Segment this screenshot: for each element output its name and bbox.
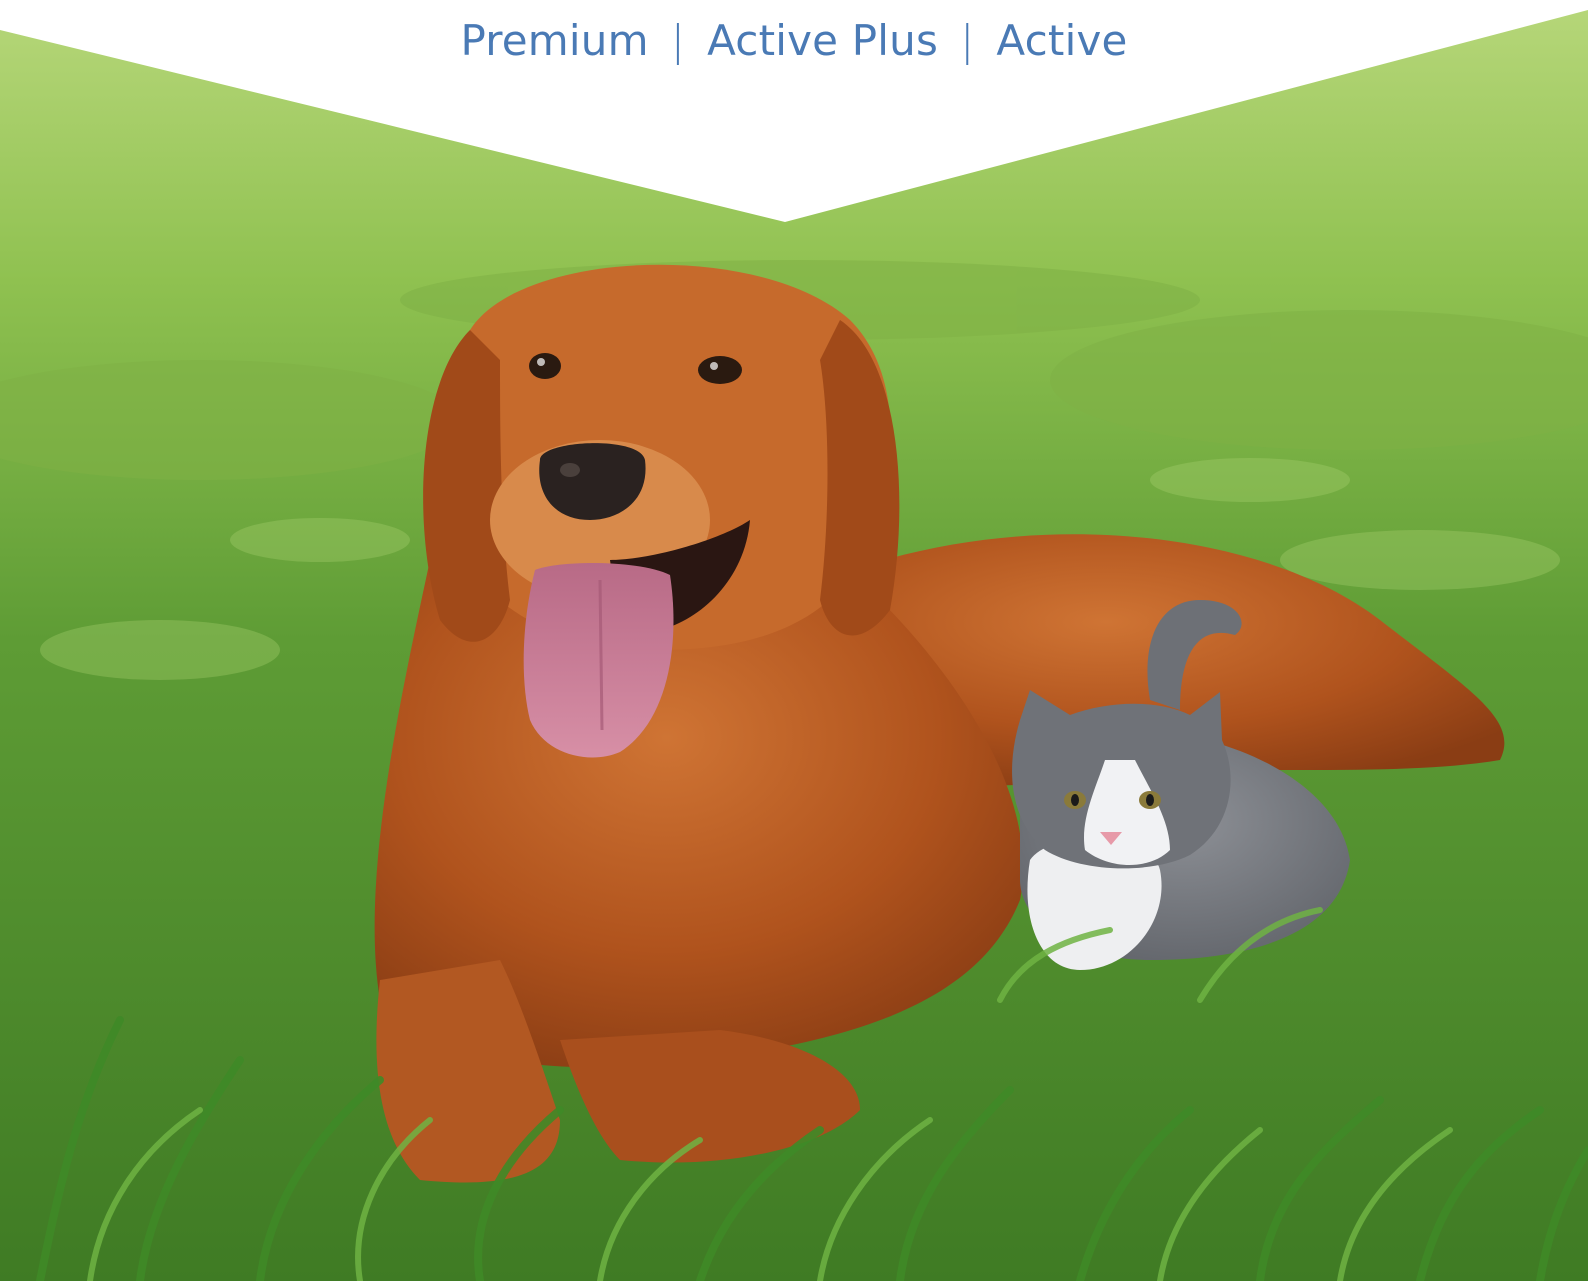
plan-link-active[interactable]: Active (996, 16, 1127, 65)
hero-banner: Premium | Active Plus | Active (0, 0, 1588, 1281)
plan-link-premium[interactable]: Premium (460, 16, 648, 65)
nav-separator: | (670, 15, 686, 65)
plan-nav: Premium | Active Plus | Active (0, 10, 1588, 70)
nav-separator: | (960, 15, 975, 65)
plan-link-active-plus[interactable]: Active Plus (707, 16, 938, 65)
